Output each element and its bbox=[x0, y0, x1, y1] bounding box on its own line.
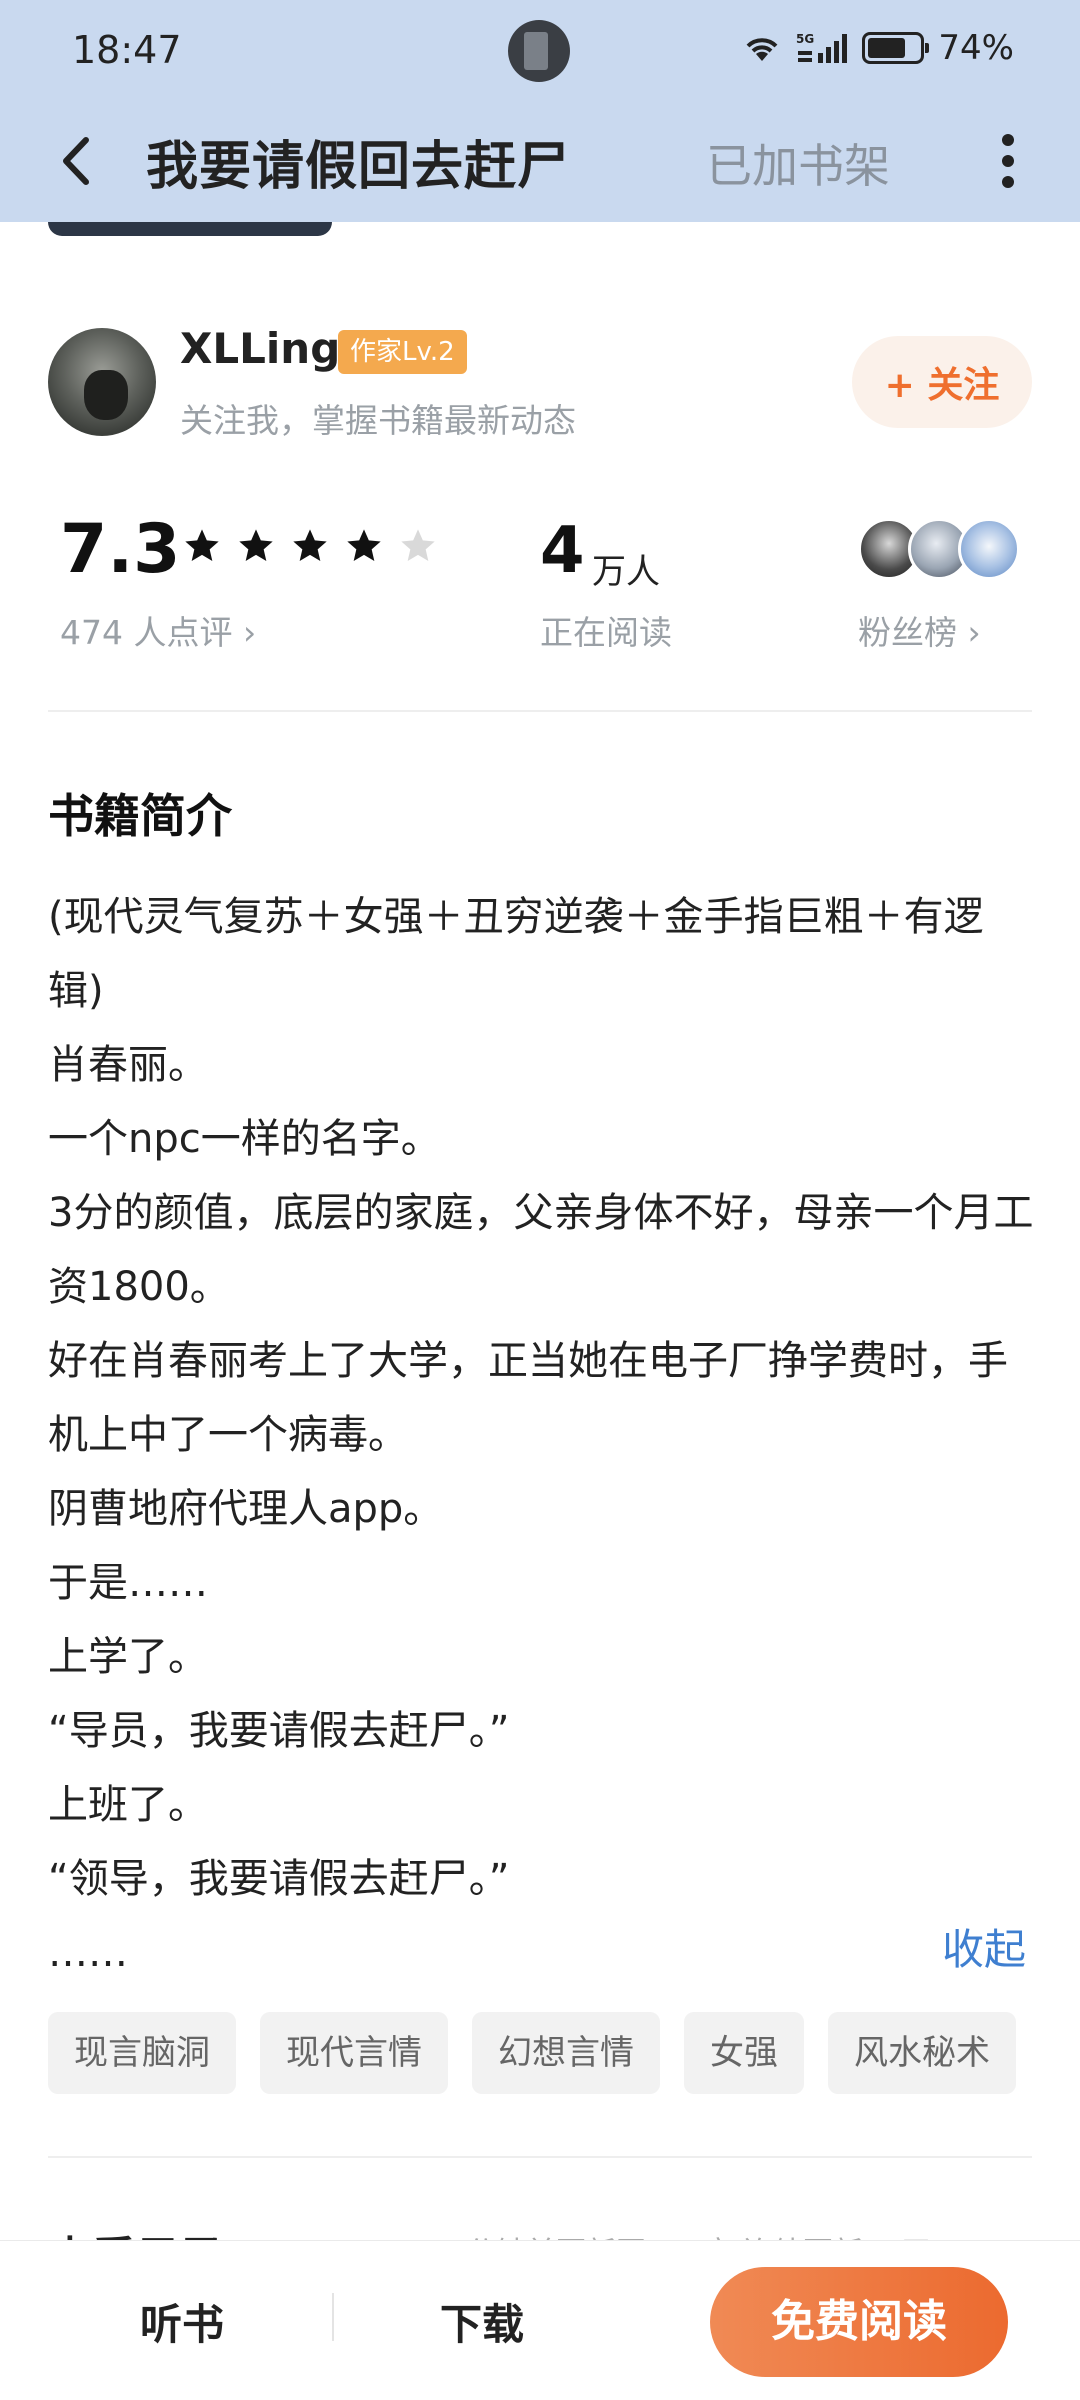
readers-count: 4 bbox=[540, 514, 585, 588]
svg-text:5G: 5G bbox=[796, 32, 814, 46]
wifi-icon bbox=[742, 31, 782, 65]
more-options-icon[interactable] bbox=[990, 128, 1024, 194]
divider bbox=[48, 710, 1032, 712]
tag-list: 现言脑洞 现代言情 幻想言情 女强 风水秘术 bbox=[48, 2012, 1016, 2094]
divider bbox=[48, 2156, 1032, 2158]
intro-line: 于是…… bbox=[48, 1560, 208, 1606]
intro-line: (现代灵气复苏＋女强＋丑穷逆袭＋金手指巨粗＋有逻辑) bbox=[48, 894, 984, 1014]
signal-5g-icon: 5G bbox=[796, 31, 848, 65]
reviews-link[interactable]: 474 人点评 › bbox=[60, 606, 256, 654]
tag-chip[interactable]: 幻想言情 bbox=[472, 2012, 660, 2094]
camera-cutout bbox=[508, 20, 570, 82]
more-dot bbox=[1002, 155, 1014, 167]
readers-unit: 万人 bbox=[592, 552, 660, 592]
tag-chip[interactable]: 现言脑洞 bbox=[48, 2012, 236, 2094]
free-read-button[interactable]: 免费阅读 bbox=[710, 2267, 1008, 2377]
top-bar: 18:47 5G 74% 我要请假回去赶尸 已加书架 bbox=[0, 0, 1080, 222]
tag-chip[interactable]: 女强 bbox=[684, 2012, 804, 2094]
status-time: 18:47 bbox=[72, 28, 182, 72]
follow-button[interactable]: + 关注 bbox=[852, 336, 1032, 428]
battery-fill bbox=[868, 38, 906, 58]
battery-icon bbox=[862, 32, 930, 64]
bottom-action-bar: 听书 下载 免费阅读 bbox=[0, 2240, 1080, 2400]
book-intro: (现代灵气复苏＋女强＋丑穷逆袭＋金手指巨粗＋有逻辑) 肖春丽。 一个npc一样的… bbox=[48, 880, 1038, 1990]
added-to-shelf-button[interactable]: 已加书架 bbox=[706, 130, 890, 196]
more-dot bbox=[1002, 176, 1014, 188]
intro-line: “导员，我要请假去赶尸。” bbox=[48, 1708, 510, 1754]
status-icons: 5G 74% bbox=[742, 26, 1014, 70]
author-avatar[interactable] bbox=[48, 328, 156, 436]
status-bar: 18:47 5G 74% bbox=[0, 0, 1080, 100]
star-filled-icon bbox=[347, 529, 381, 561]
back-arrow-icon[interactable] bbox=[52, 128, 106, 194]
intro-line: “领导，我要请假去赶尸。” bbox=[48, 1856, 510, 1902]
book-cover-edge bbox=[48, 222, 332, 236]
download-button[interactable]: 下载 bbox=[440, 2291, 524, 2352]
readers-label: 正在阅读 bbox=[540, 613, 672, 652]
intro-line: 上学了。 bbox=[48, 1634, 208, 1680]
divider bbox=[332, 2293, 334, 2341]
intro-heading: 书籍简介 bbox=[48, 789, 232, 843]
intro-line: 肖春丽。 bbox=[48, 1042, 208, 1088]
page-header: 我要请假回去赶尸 已加书架 bbox=[0, 100, 1080, 222]
star-filled-icon bbox=[239, 529, 273, 561]
collapse-intro-button[interactable]: 收起 bbox=[942, 1916, 1026, 1977]
listen-button[interactable]: 听书 bbox=[140, 2291, 224, 2352]
intro-line: 一个npc一样的名字。 bbox=[48, 1116, 441, 1162]
star-filled-icon bbox=[185, 529, 219, 561]
battery-percent: 74% bbox=[938, 28, 1014, 68]
rating-score: 7.3 bbox=[60, 510, 181, 589]
intro-line: 好在肖春丽考上了大学，正当她在电子厂挣学费时，手机上中了一个病毒。 bbox=[48, 1338, 1008, 1458]
fans-ranking-link[interactable]: 粉丝榜 › bbox=[858, 606, 981, 654]
author-subtitle: 关注我，掌握书籍最新动态 bbox=[180, 401, 576, 440]
author-name[interactable]: XLLing bbox=[180, 324, 340, 373]
author-level-badge: 作家Lv.2 bbox=[338, 330, 467, 374]
fan-avatar bbox=[958, 518, 1020, 580]
tag-chip[interactable]: 现代言情 bbox=[260, 2012, 448, 2094]
book-title: 我要请假回去赶尸 bbox=[146, 137, 571, 197]
fans-avatars[interactable] bbox=[858, 518, 1020, 580]
intro-line: 阴曹地府代理人app。 bbox=[48, 1486, 444, 1532]
star-filled-icon bbox=[293, 529, 327, 561]
star-empty-icon bbox=[401, 529, 435, 561]
intro-line: …… bbox=[48, 1930, 128, 1976]
intro-line: 3分的颜值，底层的家庭，父亲身体不好，母亲一个月工资1800。 bbox=[48, 1190, 1034, 1310]
rating-stars bbox=[182, 526, 438, 566]
intro-line: 上班了。 bbox=[48, 1782, 208, 1828]
more-dot bbox=[1002, 134, 1014, 146]
tag-chip[interactable]: 风水秘术 bbox=[828, 2012, 1016, 2094]
follow-label: + 关注 bbox=[884, 365, 1000, 406]
